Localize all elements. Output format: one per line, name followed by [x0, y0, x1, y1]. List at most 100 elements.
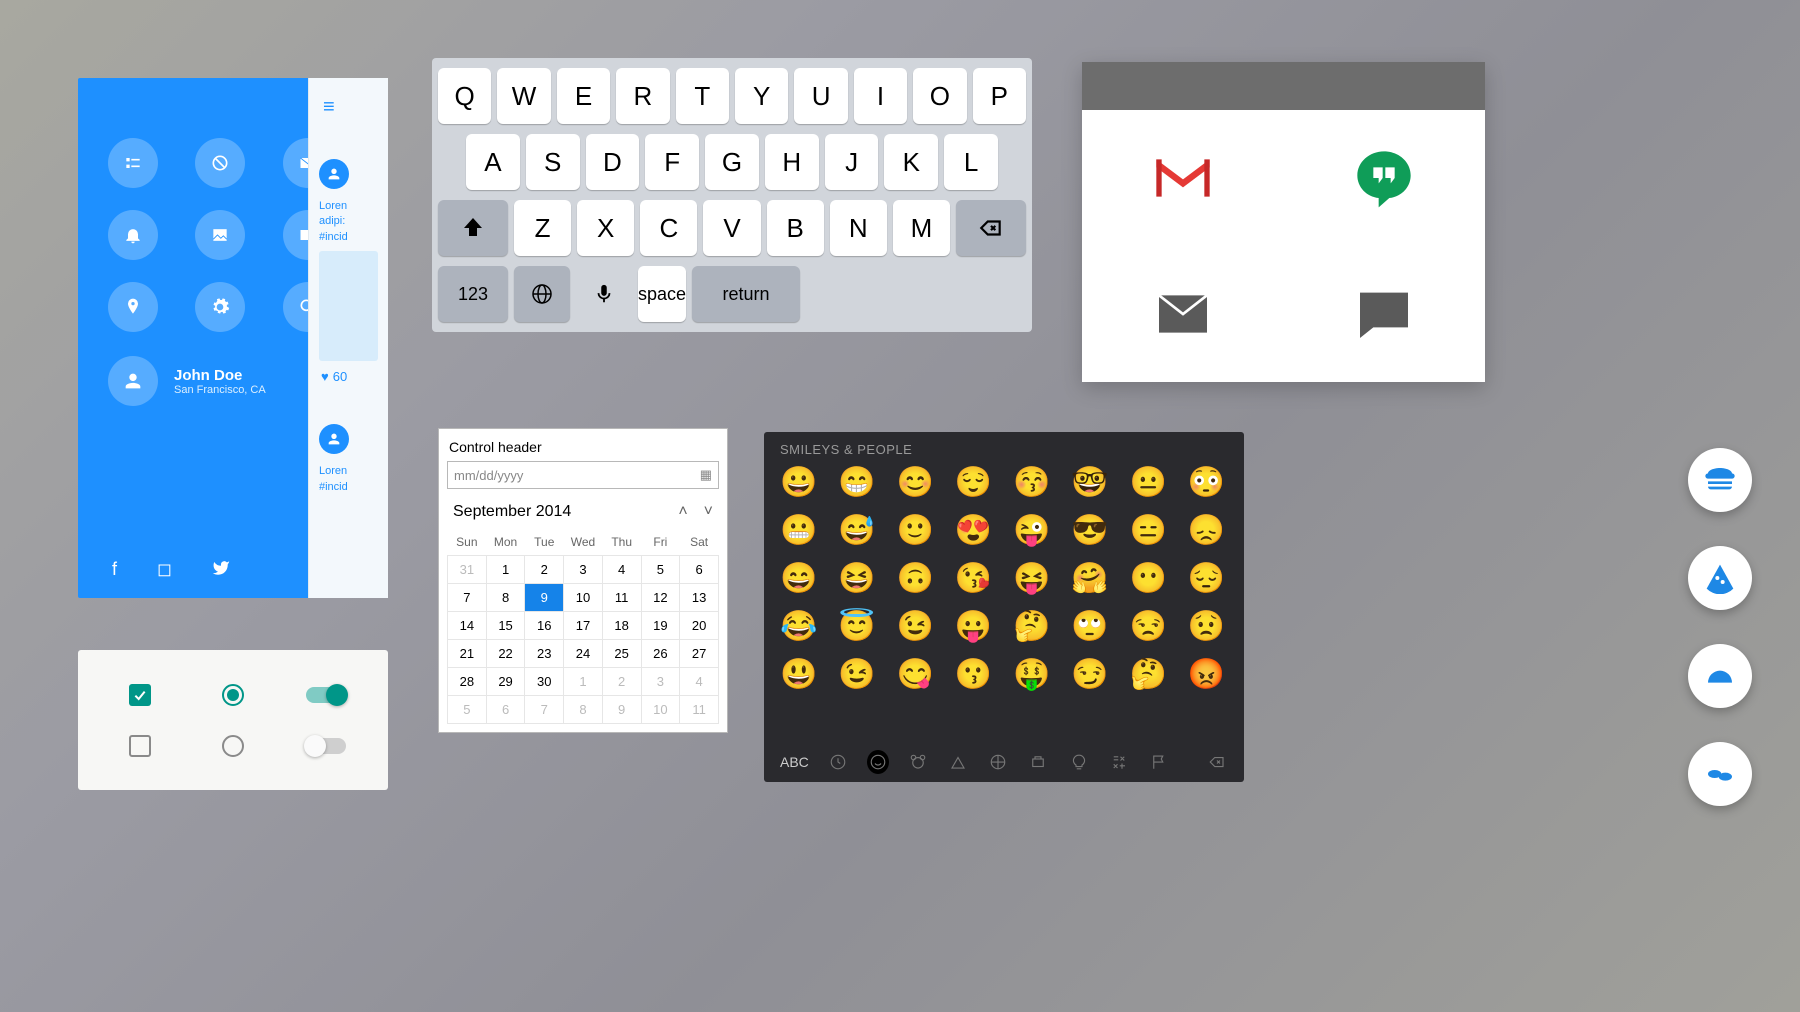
calendar-day[interactable]: 21: [448, 640, 487, 668]
emoji[interactable]: 😟: [1188, 609, 1228, 651]
key-o[interactable]: O: [913, 68, 966, 124]
emoji[interactable]: 😒: [1130, 609, 1170, 651]
emoji-backspace-button[interactable]: [1206, 750, 1228, 774]
key-g[interactable]: G: [705, 134, 759, 190]
key-b[interactable]: B: [767, 200, 824, 256]
key-a[interactable]: A: [466, 134, 520, 190]
key-h[interactable]: H: [765, 134, 819, 190]
fab-burger[interactable]: [1688, 448, 1752, 512]
calendar-day[interactable]: 13: [680, 584, 719, 612]
key-x[interactable]: X: [577, 200, 634, 256]
abc-button[interactable]: ABC: [780, 754, 809, 770]
fab-pizza[interactable]: [1688, 546, 1752, 610]
key-k[interactable]: K: [884, 134, 938, 190]
emoji[interactable]: 😊: [897, 465, 937, 507]
emoji[interactable]: 😔: [1188, 561, 1228, 603]
calendar-day[interactable]: 1: [486, 556, 525, 584]
tab-smileys-icon[interactable]: [867, 750, 889, 774]
emoji[interactable]: 😝: [1013, 561, 1053, 603]
key-j[interactable]: J: [825, 134, 879, 190]
emoji[interactable]: 😬: [780, 513, 820, 555]
calendar-day[interactable]: 4: [680, 668, 719, 696]
calendar-day[interactable]: 15: [486, 612, 525, 640]
key-q[interactable]: Q: [438, 68, 491, 124]
emoji[interactable]: 😍: [955, 513, 995, 555]
emoji[interactable]: 😎: [1071, 513, 1111, 555]
calendar-day[interactable]: 2: [525, 556, 564, 584]
emoji[interactable]: 😘: [955, 561, 995, 603]
calendar-day[interactable]: 9: [602, 696, 641, 724]
twitter-icon[interactable]: [212, 559, 230, 582]
key-r[interactable]: R: [616, 68, 669, 124]
switch-off[interactable]: [306, 738, 346, 754]
emoji[interactable]: 😜: [1013, 513, 1053, 555]
next-month-button[interactable]: ˅: [704, 503, 713, 521]
calendar-day[interactable]: 6: [680, 556, 719, 584]
numbers-key[interactable]: 123: [438, 266, 508, 322]
date-input[interactable]: mm/dd/yyyy ▦: [447, 461, 719, 489]
calendar-day[interactable]: 27: [680, 640, 719, 668]
emoji[interactable]: 🤓: [1071, 465, 1111, 507]
key-d[interactable]: D: [586, 134, 640, 190]
calendar-day[interactable]: 11: [602, 584, 641, 612]
key-s[interactable]: S: [526, 134, 580, 190]
emoji[interactable]: 😇: [838, 609, 878, 651]
app-messages[interactable]: [1284, 246, 1486, 382]
calendar-day[interactable]: 18: [602, 612, 641, 640]
emoji[interactable]: 😋: [897, 657, 937, 699]
calendar-day[interactable]: 2: [602, 668, 641, 696]
tab-objects-icon[interactable]: [1068, 750, 1090, 774]
tab-recent-icon[interactable]: [827, 750, 849, 774]
emoji[interactable]: 😳: [1188, 465, 1228, 507]
emoji[interactable]: 🤔: [1013, 609, 1053, 651]
hamburger-icon[interactable]: ≡: [323, 96, 388, 119]
prev-month-button[interactable]: ˄: [678, 503, 687, 521]
emoji[interactable]: 😶: [1130, 561, 1170, 603]
emoji[interactable]: 🙄: [1071, 609, 1111, 651]
return-key[interactable]: return: [692, 266, 800, 322]
app-email[interactable]: [1082, 246, 1284, 382]
calendar-day[interactable]: 8: [486, 584, 525, 612]
calendar-day[interactable]: 30: [525, 668, 564, 696]
calendar-day[interactable]: 25: [602, 640, 641, 668]
calendar-day[interactable]: 3: [641, 668, 680, 696]
key-c[interactable]: C: [640, 200, 697, 256]
instagram-icon[interactable]: ◻: [157, 559, 172, 582]
radio-unchecked[interactable]: [222, 735, 244, 757]
tab-symbols-icon[interactable]: [1108, 750, 1130, 774]
calendar-day[interactable]: 8: [564, 696, 603, 724]
key-u[interactable]: U: [794, 68, 847, 124]
calendar-day[interactable]: 29: [486, 668, 525, 696]
emoji[interactable]: 😂: [780, 609, 820, 651]
shift-key[interactable]: [438, 200, 508, 256]
key-y[interactable]: Y: [735, 68, 788, 124]
calendar-day[interactable]: 1: [564, 668, 603, 696]
calendar-day[interactable]: 10: [564, 584, 603, 612]
calendar-day[interactable]: 20: [680, 612, 719, 640]
app-hangouts[interactable]: [1284, 110, 1486, 246]
checkbox-checked[interactable]: [129, 684, 151, 706]
switch-on[interactable]: [306, 687, 346, 703]
emoji[interactable]: 😆: [838, 561, 878, 603]
key-f[interactable]: F: [645, 134, 699, 190]
key-e[interactable]: E: [557, 68, 610, 124]
emoji[interactable]: 😀: [780, 465, 820, 507]
calendar-day[interactable]: 28: [448, 668, 487, 696]
globe-key[interactable]: [514, 266, 570, 322]
calendar-day[interactable]: 31: [448, 556, 487, 584]
bell-button[interactable]: [108, 210, 158, 260]
fab-taco[interactable]: [1688, 644, 1752, 708]
calendar-day[interactable]: 17: [564, 612, 603, 640]
fab-sushi[interactable]: [1688, 742, 1752, 806]
emoji[interactable]: 😌: [955, 465, 995, 507]
space-key[interactable]: space: [638, 266, 686, 322]
tab-food-icon[interactable]: [947, 750, 969, 774]
emoji[interactable]: 🤔: [1130, 657, 1170, 699]
emoji[interactable]: 🤑: [1013, 657, 1053, 699]
calendar-day[interactable]: 26: [641, 640, 680, 668]
key-t[interactable]: T: [676, 68, 729, 124]
emoji[interactable]: 😡: [1188, 657, 1228, 699]
emoji[interactable]: 😅: [838, 513, 878, 555]
emoji[interactable]: 🤗: [1071, 561, 1111, 603]
calendar-day[interactable]: 11: [680, 696, 719, 724]
